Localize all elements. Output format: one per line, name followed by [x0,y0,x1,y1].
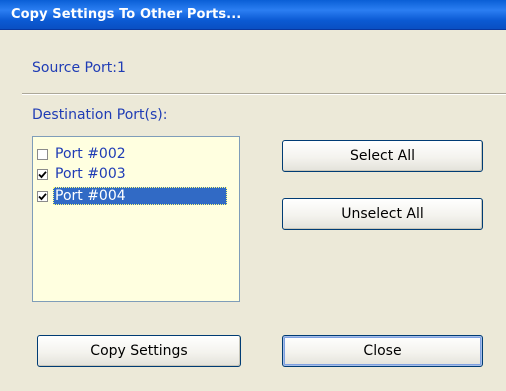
checkmark-icon [38,170,47,178]
destination-ports-label: Destination Port(s): [32,107,168,123]
port-002-label: Port #002 [55,146,126,162]
port-003-label: Port #003 [55,166,126,182]
title-bar[interactable]: Copy Settings To Other Ports... [0,0,506,30]
port-004-label: Port #004 [53,187,227,205]
port-002-checkbox[interactable] [37,148,48,160]
copy-settings-button[interactable]: Copy Settings [37,335,241,367]
port-list-item-003[interactable]: Port #003 [37,165,128,183]
destination-ports-list[interactable]: Port #002 Port #003 Port #004 [32,136,240,302]
window-title: Copy Settings To Other Ports... [11,7,242,22]
select-all-button[interactable]: Select All [282,140,483,172]
divider [22,93,506,95]
port-list-item-004[interactable]: Port #004 [37,187,227,205]
source-port-label: Source Port:1 [32,60,126,76]
close-button[interactable]: Close [282,335,483,367]
port-004-checkbox[interactable] [37,190,48,202]
port-list-item-002[interactable]: Port #002 [37,145,128,163]
checkmark-icon [38,192,47,200]
unselect-all-button[interactable]: Unselect All [282,198,483,230]
port-003-checkbox[interactable] [37,168,48,180]
